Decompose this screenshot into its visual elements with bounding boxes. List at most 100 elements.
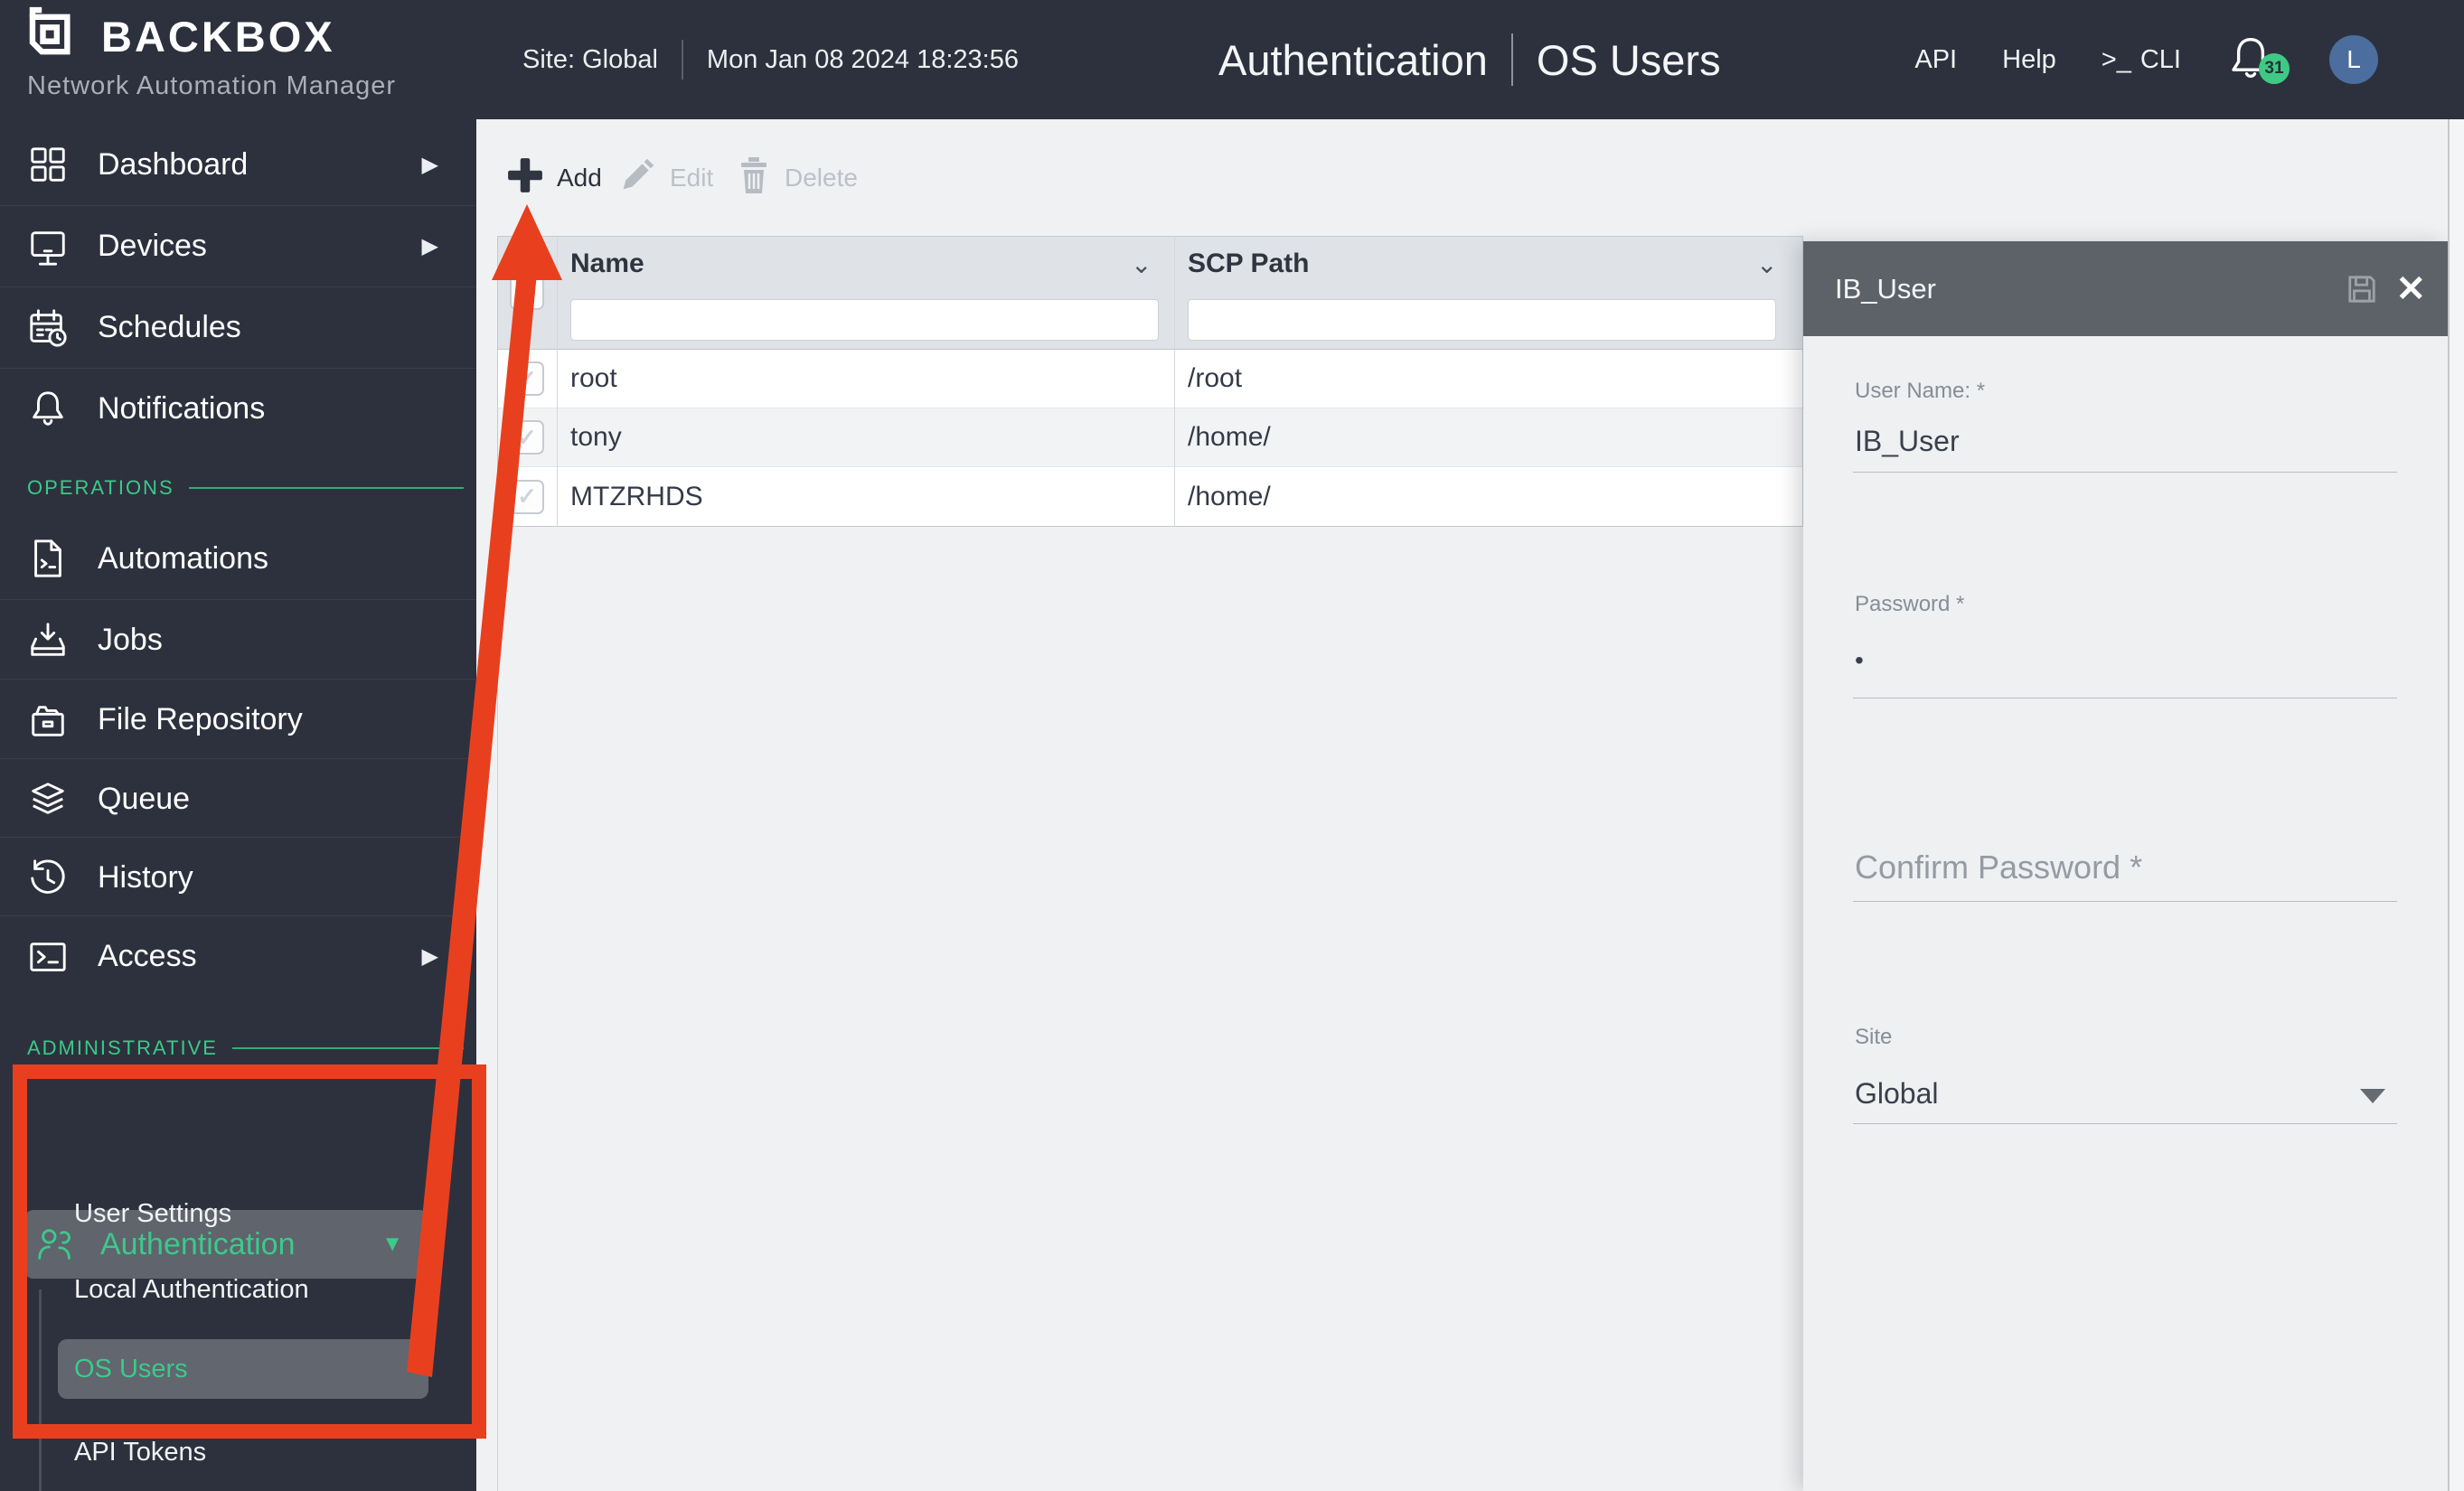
chevron-right-icon: ▶ — [421, 234, 438, 258]
table-row-mtzrhds[interactable]: ✓ MTZRHDS /home/ — [498, 467, 1802, 527]
save-button[interactable] — [2346, 274, 2377, 305]
notification-count-badge: 31 — [2259, 53, 2290, 84]
sidebar-item-local-authentication[interactable]: Local Authentication — [58, 1264, 428, 1315]
cell-name: tony — [570, 422, 622, 452]
column-header-scp-path[interactable]: SCP Path — [1188, 237, 1310, 291]
file-repository-icon — [27, 699, 69, 741]
page-title-primary: Authentication — [1218, 35, 1488, 84]
section-administrative: ADMINISTRATIVE — [27, 1036, 464, 1060]
column-menu-chevron-icon[interactable]: ⌄ — [1756, 249, 1777, 279]
terminal-prompt-icon: >_ — [2101, 44, 2131, 74]
password-label: Password * — [1855, 592, 1965, 616]
edit-button[interactable]: Edit — [617, 152, 713, 204]
sidebar-item-access[interactable]: Access ▶ — [0, 915, 476, 997]
devices-icon — [27, 226, 69, 267]
chevron-right-icon: ▶ — [421, 944, 438, 969]
site-and-time: Site: Global Mon Jan 08 2024 18:23:56 — [522, 0, 1019, 119]
scp-path-filter-input[interactable] — [1188, 299, 1776, 341]
sidebar-item-notifications[interactable]: Notifications — [0, 368, 476, 449]
dashboard-icon — [27, 144, 69, 185]
input-underline — [1853, 472, 2397, 473]
section-divider-line — [188, 487, 464, 489]
site-select-value[interactable]: Global — [1855, 1077, 1939, 1111]
section-operations: OPERATIONS — [27, 476, 464, 500]
schedules-icon — [27, 307, 69, 349]
column-menu-chevron-icon[interactable]: ⌄ — [1131, 249, 1152, 279]
sidebar-item-automations[interactable]: Automations — [0, 518, 476, 599]
cell-scp-path: /root — [1188, 363, 1243, 393]
os-user-detail-panel: IB_User ✕ User Name: * IB_User Password … — [1803, 241, 2448, 1491]
close-icon[interactable]: ✕ — [2395, 271, 2426, 307]
site-label: Site — [1855, 1025, 1893, 1049]
table-row-tony[interactable]: ✓ tony /home/ — [498, 408, 1802, 467]
cell-scp-path: /home/ — [1188, 481, 1271, 511]
jobs-icon — [27, 620, 69, 661]
logo-title: BACKBOX — [101, 13, 335, 61]
backbox-logo-icon — [25, 5, 81, 68]
panel-title: IB_User — [1835, 272, 1936, 305]
select-all-checkbox[interactable]: ✓ — [510, 276, 544, 310]
password-value[interactable]: • — [1855, 646, 1864, 675]
section-divider-line — [231, 1047, 464, 1049]
logo: BACKBOX Network Automation Manager — [25, 5, 396, 101]
input-underline — [1853, 1123, 2397, 1124]
access-icon — [27, 936, 69, 978]
chevron-right-icon: ▶ — [421, 152, 438, 177]
avatar[interactable]: L — [2329, 35, 2378, 84]
row-checkbox[interactable]: ✓ — [510, 479, 544, 514]
help-link[interactable]: Help — [2002, 45, 2056, 75]
history-icon — [27, 858, 69, 899]
check-icon: ✓ — [517, 483, 537, 510]
check-icon: ✓ — [517, 423, 537, 451]
datetime: Mon Jan 08 2024 18:23:56 — [706, 44, 1019, 74]
cell-name: MTZRHDS — [570, 481, 703, 511]
sidebar-item-devices[interactable]: Devices ▶ — [0, 205, 476, 286]
row-checkbox[interactable]: ✓ — [510, 420, 544, 455]
check-icon: ✓ — [517, 364, 537, 392]
submenu-guide-line — [39, 1289, 42, 1491]
column-header-name[interactable]: Name — [570, 237, 644, 291]
cli-link[interactable]: >_ CLI — [2102, 45, 2181, 75]
site-label: Site: Global — [522, 44, 658, 74]
top-nav: API Help >_ CLI 31 L — [1914, 0, 2464, 119]
top-header: BACKBOX Network Automation Manager Site:… — [0, 0, 2464, 119]
input-underline — [1853, 698, 2397, 699]
cell-name: root — [570, 363, 617, 393]
page-title: Authentication OS Users — [1218, 0, 1721, 119]
pencil-icon — [617, 155, 657, 202]
delete-button[interactable]: Delete — [736, 152, 858, 204]
dropdown-caret-icon[interactable] — [2360, 1089, 2385, 1103]
notifications-button[interactable]: 31 — [2226, 33, 2290, 86]
sidebar-item-file-repository[interactable]: File Repository — [0, 679, 476, 760]
sidebar-item-schedules[interactable]: Schedules — [0, 286, 476, 368]
input-underline — [1853, 901, 2397, 902]
name-filter-input[interactable] — [570, 299, 1159, 341]
add-button[interactable]: Add — [506, 152, 602, 204]
vertical-scrollbar[interactable] — [2448, 119, 2464, 1491]
sidebar-item-jobs[interactable]: Jobs — [0, 599, 476, 680]
table-row-root[interactable]: ✓ root /root — [498, 350, 1802, 408]
bell-icon — [27, 389, 69, 430]
automations-icon — [27, 538, 69, 579]
table-header-row: Name ⌄ SCP Path ⌄ — [498, 237, 1802, 291]
sidebar-item-api-tokens[interactable]: API Tokens — [58, 1427, 428, 1477]
sidebar: Dashboard ▶ Devices ▶ Schedules Notifica… — [0, 119, 476, 1491]
os-users-table: Name ⌄ SCP Path ⌄ ✓ ✓ root /root ✓ tony … — [497, 236, 1803, 527]
trash-icon — [736, 155, 772, 202]
sidebar-item-dashboard[interactable]: Dashboard ▶ — [0, 124, 476, 205]
confirm-password-placeholder[interactable]: Confirm Password * — [1855, 849, 2142, 886]
table-filter-row: ✓ — [498, 276, 1802, 350]
divider — [1510, 33, 1513, 86]
sidebar-item-os-users[interactable]: OS Users — [58, 1339, 428, 1399]
divider — [681, 40, 683, 80]
sidebar-item-history[interactable]: History — [0, 837, 476, 918]
row-checkbox[interactable]: ✓ — [510, 361, 544, 396]
sidebar-item-user-settings[interactable]: User Settings — [58, 1188, 428, 1239]
sidebar-item-queue[interactable]: Queue — [0, 758, 476, 839]
check-icon: ✓ — [517, 278, 537, 306]
cell-scp-path: /home/ — [1188, 422, 1271, 452]
user-name-value[interactable]: IB_User — [1855, 425, 1960, 458]
page-title-secondary: OS Users — [1536, 35, 1721, 84]
app-screen: BACKBOX Network Automation Manager Site:… — [0, 0, 2464, 1491]
api-link[interactable]: API — [1914, 45, 1957, 75]
